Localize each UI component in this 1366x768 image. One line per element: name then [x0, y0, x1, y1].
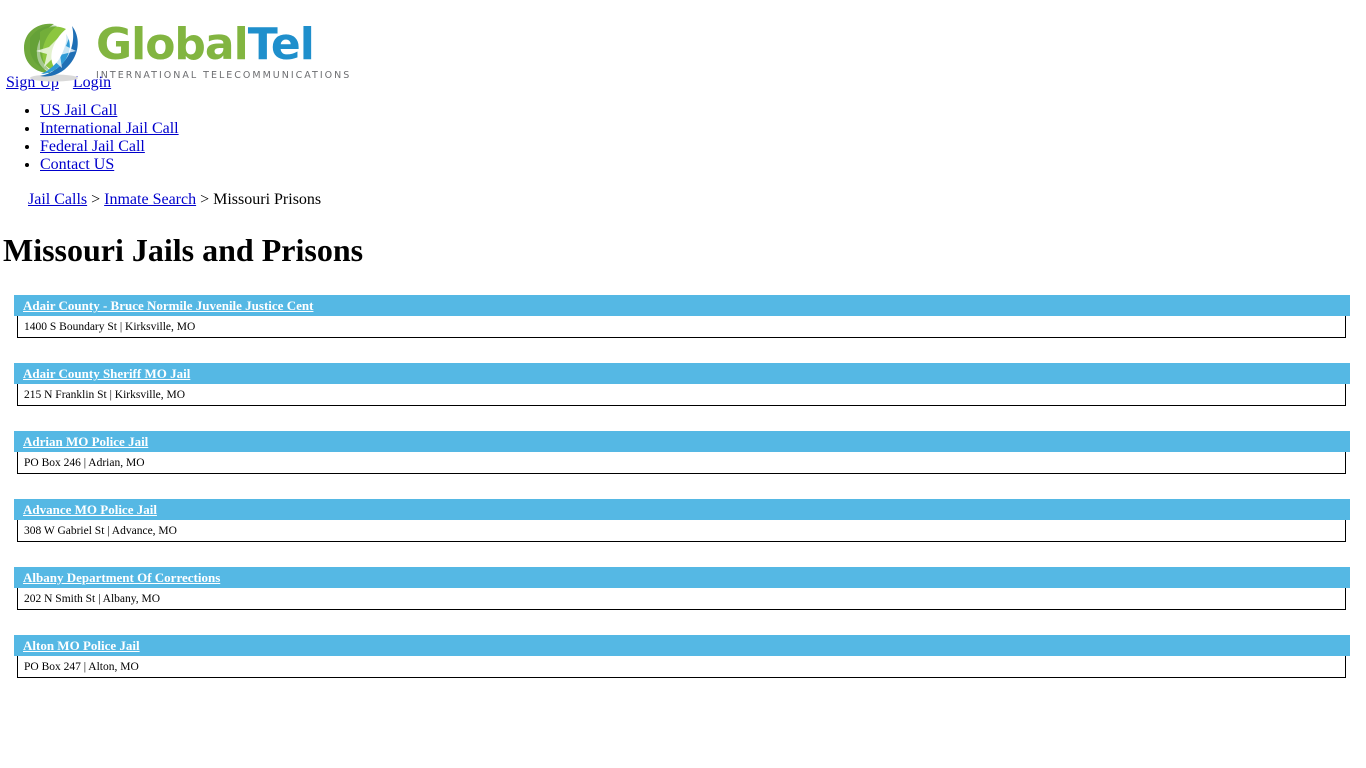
facility-card: Adair County - Bruce Normile Juvenile Ju… [0, 295, 1366, 338]
site-header: GlobalTel INTERNATIONAL TELECOMMUNICATIO… [0, 0, 1366, 82]
facility-card: Alton MO Police Jail PO Box 247 | Alton,… [0, 635, 1366, 678]
nav-link-international-jail-call[interactable]: International Jail Call [40, 120, 179, 137]
facility-address: PO Box 247 | Alton, MO [17, 656, 1346, 678]
facility-name-link[interactable]: Adair County Sheriff MO Jail [23, 366, 190, 381]
facility-name-link[interactable]: Adair County - Bruce Normile Juvenile Ju… [23, 298, 313, 313]
breadcrumb-current-page: Missouri Prisons [213, 191, 322, 208]
logo-tagline: INTERNATIONAL TELECOMMUNICATIONS [96, 69, 352, 81]
facility-list: Adair County - Bruce Normile Juvenile Ju… [0, 295, 1366, 678]
facility-header[interactable]: Advance MO Police Jail [14, 499, 1350, 520]
logo-name-global: Global [96, 18, 249, 70]
logo-name: GlobalTel [96, 18, 351, 70]
facility-card: Adrian MO Police Jail PO Box 246 | Adria… [0, 431, 1366, 474]
facility-name-link[interactable]: Adrian MO Police Jail [23, 434, 148, 449]
facility-header[interactable]: Adair County Sheriff MO Jail [14, 363, 1350, 384]
facility-header[interactable]: Alton MO Police Jail [14, 635, 1350, 656]
logo-wordmark: GlobalTel INTERNATIONAL TELECOMMUNICATIO… [96, 18, 352, 81]
globe-logo-icon [14, 18, 86, 84]
facility-card: Albany Department Of Corrections 202 N S… [0, 567, 1366, 610]
facility-address: 215 N Franklin St | Kirksville, MO [17, 384, 1346, 406]
facility-card: Adair County Sheriff MO Jail 215 N Frank… [0, 363, 1366, 406]
breadcrumb-separator: > [200, 191, 210, 208]
facility-address: 202 N Smith St | Albany, MO [17, 588, 1346, 610]
main-navigation: US Jail Call International Jail Call Fed… [0, 102, 1366, 174]
facility-address: PO Box 246 | Adrian, MO [17, 452, 1346, 474]
logo-name-tel: Tel [247, 18, 315, 70]
facility-card: Advance MO Police Jail 308 W Gabriel St … [0, 499, 1366, 542]
nav-item-contact-us: Contact US [40, 156, 1366, 174]
breadcrumb: Jail Calls > Inmate Search > Missouri Pr… [0, 190, 1366, 210]
nav-item-federal-jail-call: Federal Jail Call [40, 138, 1366, 156]
facility-address: 1400 S Boundary St | Kirksville, MO [17, 316, 1346, 338]
facility-name-link[interactable]: Advance MO Police Jail [23, 502, 157, 517]
breadcrumb-separator: > [91, 191, 101, 208]
page-title: Missouri Jails and Prisons [3, 232, 364, 268]
nav-link-us-jail-call[interactable]: US Jail Call [40, 102, 117, 119]
nav-link-federal-jail-call[interactable]: Federal Jail Call [40, 138, 145, 155]
globaltel-logo[interactable]: GlobalTel INTERNATIONAL TELECOMMUNICATIO… [14, 18, 351, 88]
nav-item-us-jail-call: US Jail Call [40, 102, 1366, 120]
facility-address: 308 W Gabriel St | Advance, MO [17, 520, 1346, 542]
breadcrumb-link-jail-calls[interactable]: Jail Calls [28, 191, 87, 208]
facility-name-link[interactable]: Alton MO Police Jail [23, 638, 140, 653]
breadcrumb-link-inmate-search[interactable]: Inmate Search [104, 191, 196, 208]
facility-header[interactable]: Albany Department Of Corrections [14, 567, 1350, 588]
facility-header[interactable]: Adrian MO Police Jail [14, 431, 1350, 452]
nav-link-contact-us[interactable]: Contact US [40, 156, 114, 173]
facility-header[interactable]: Adair County - Bruce Normile Juvenile Ju… [14, 295, 1350, 316]
nav-item-international-jail-call: International Jail Call [40, 120, 1366, 138]
facility-name-link[interactable]: Albany Department Of Corrections [23, 570, 220, 585]
